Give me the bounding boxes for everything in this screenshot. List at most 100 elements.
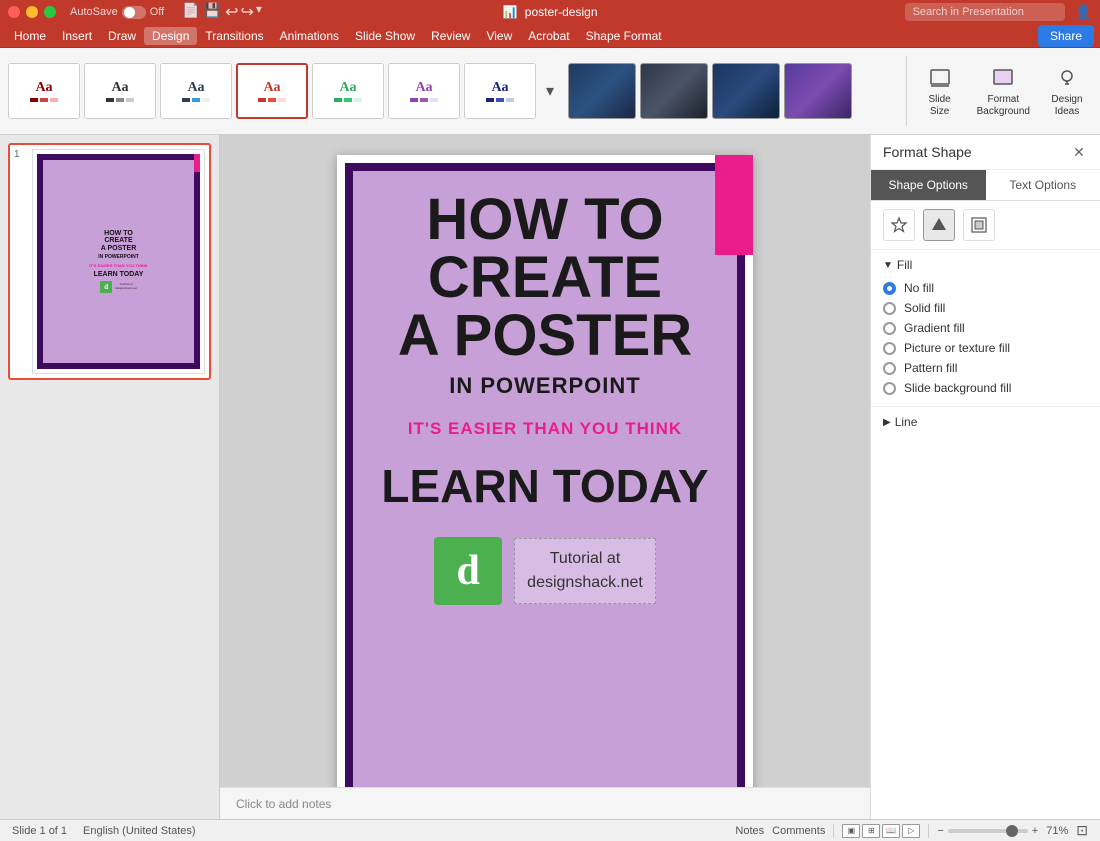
colored-theme-1[interactable] xyxy=(568,63,636,119)
fit-to-window-button[interactable]: ⊡ xyxy=(1076,822,1088,839)
theme-thumb-1[interactable]: Aa xyxy=(8,63,80,119)
language-info: English (United States) xyxy=(83,825,196,837)
slide-thumbnail-1[interactable]: 1 HOW TOCREATEA POSTER IN POWERPOINT IT'… xyxy=(8,143,211,380)
normal-view-button[interactable]: ▣ xyxy=(842,824,860,838)
autosave-area: AutoSave Off xyxy=(70,6,164,19)
themes-more-button[interactable]: ▾ xyxy=(540,81,560,101)
menu-home[interactable]: Home xyxy=(6,27,54,45)
theme-thumb-5[interactable]: Aa xyxy=(312,63,384,119)
canvas-scroll[interactable]: HOW TO CREATE A POSTER IN POWERPOINT IT'… xyxy=(220,135,870,787)
gradient-fill-radio[interactable] xyxy=(883,322,896,335)
slide-bg-fill-radio[interactable] xyxy=(883,382,896,395)
line-section-title: Line xyxy=(895,415,918,429)
line-arrow-icon: ▶ xyxy=(883,417,891,428)
design-ideas-button[interactable]: DesignIdeas xyxy=(1042,60,1092,122)
slide-number: 1 xyxy=(14,149,28,374)
menu-animations[interactable]: Animations xyxy=(272,27,347,45)
canvas-area: HOW TO CREATE A POSTER IN POWERPOINT IT'… xyxy=(220,135,870,819)
menu-slideshow[interactable]: Slide Show xyxy=(347,27,423,45)
statusbar: Slide 1 of 1 English (United States) Not… xyxy=(0,819,1100,841)
tab-shape-options[interactable]: Shape Options xyxy=(871,170,986,200)
pattern-fill-radio[interactable] xyxy=(883,362,896,375)
minimize-button[interactable] xyxy=(26,6,38,18)
colored-themes xyxy=(568,63,852,119)
theme-thumb-4[interactable]: Aa xyxy=(236,63,308,119)
menu-design[interactable]: Design xyxy=(144,27,197,45)
theme-thumb-3[interactable]: Aa xyxy=(160,63,232,119)
menu-draw[interactable]: Draw xyxy=(100,27,144,45)
no-fill-radio[interactable] xyxy=(883,282,896,295)
user-icon: 👤 xyxy=(1075,4,1092,21)
fill-option-solid[interactable]: Solid fill xyxy=(883,298,1088,318)
poster-tutorial-text: Tutorial at designshack.net xyxy=(527,547,643,595)
theme-thumb-2[interactable]: Aa xyxy=(84,63,156,119)
slide-preview: HOW TOCREATEA POSTER IN POWERPOINT IT'S … xyxy=(32,149,205,374)
presenter-view-button[interactable]: ▷ xyxy=(902,824,920,838)
menu-acrobat[interactable]: Acrobat xyxy=(520,27,577,45)
save-icon[interactable]: 💾 xyxy=(204,2,221,22)
format-panel-close-button[interactable]: ✕ xyxy=(1070,143,1088,161)
ribbon-separator xyxy=(906,56,907,126)
undo-icon[interactable]: ↩ xyxy=(225,2,238,22)
titlebar-title: 📊 poster-design xyxy=(502,5,597,19)
poster-subtitle: IN POWERPOINT xyxy=(449,373,640,399)
close-button[interactable] xyxy=(8,6,20,18)
autosave-toggle[interactable] xyxy=(122,6,146,19)
fill-color-icon-button[interactable] xyxy=(923,209,955,241)
zoom-control: − + 71% xyxy=(937,825,1068,837)
picture-texture-fill-radio[interactable] xyxy=(883,342,896,355)
zoom-in-button[interactable]: + xyxy=(1032,825,1038,837)
statusbar-right: Notes Comments ▣ ⊞ 📖 ▷ − + 71% ⊡ xyxy=(735,822,1088,839)
menu-insert[interactable]: Insert xyxy=(54,27,100,45)
colored-theme-4[interactable] xyxy=(784,63,852,119)
fill-section-header[interactable]: ▼ Fill xyxy=(883,258,1088,272)
share-button[interactable]: Share xyxy=(1038,25,1094,47)
zoom-slider[interactable] xyxy=(948,829,1028,833)
solid-fill-radio[interactable] xyxy=(883,302,896,315)
autosave-state: Off xyxy=(150,6,164,18)
format-tabs: Shape Options Text Options xyxy=(871,170,1100,201)
slide-canvas: HOW TO CREATE A POSTER IN POWERPOINT IT'… xyxy=(337,155,753,787)
poster-text-box[interactable]: Tutorial at designshack.net xyxy=(514,538,656,604)
fill-option-no-fill[interactable]: No fill xyxy=(883,278,1088,298)
colored-theme-3[interactable] xyxy=(712,63,780,119)
poster-pink-accent xyxy=(715,155,753,255)
search-input[interactable] xyxy=(905,3,1065,21)
ribbon-actions: SlideSize FormatBackground xyxy=(915,60,1092,122)
poster-tagline: IT'S EASIER THAN YOU THINK xyxy=(408,419,682,439)
slide-size-button[interactable]: SlideSize xyxy=(915,60,965,122)
menu-shape-format[interactable]: Shape Format xyxy=(578,27,670,45)
theme-thumb-7[interactable]: Aa xyxy=(464,63,536,119)
theme-thumb-6[interactable]: Aa xyxy=(388,63,460,119)
redo-icon[interactable]: ↪ xyxy=(240,2,253,22)
fill-option-slide-bg[interactable]: Slide background fill xyxy=(883,378,1088,398)
line-section-header[interactable]: ▶ Line xyxy=(883,415,1088,429)
format-background-button[interactable]: FormatBackground xyxy=(969,60,1038,122)
reading-view-button[interactable]: 📖 xyxy=(882,824,900,838)
colored-theme-2[interactable] xyxy=(640,63,708,119)
poster-bottom: d Tutorial at designshack.net xyxy=(434,537,656,605)
maximize-button[interactable] xyxy=(44,6,56,18)
tab-text-options[interactable]: Text Options xyxy=(986,170,1100,200)
file-icon[interactable]: 📄 xyxy=(182,2,199,22)
fill-option-pattern[interactable]: Pattern fill xyxy=(883,358,1088,378)
zoom-level: 71% xyxy=(1046,825,1068,837)
more-icon[interactable]: ▾ xyxy=(256,2,262,22)
notes-bar[interactable]: Click to add notes xyxy=(220,787,870,819)
slide-panel: 1 HOW TOCREATEA POSTER IN POWERPOINT IT'… xyxy=(0,135,220,819)
design-ideas-label: DesignIdeas xyxy=(1051,94,1082,118)
comments-button[interactable]: Comments xyxy=(772,825,825,837)
fill-option-gradient[interactable]: Gradient fill xyxy=(883,318,1088,338)
menu-view[interactable]: View xyxy=(478,27,520,45)
menu-transitions[interactable]: Transitions xyxy=(197,27,271,45)
effects-icon-button[interactable] xyxy=(883,209,915,241)
size-position-icon-button[interactable] xyxy=(963,209,995,241)
slide-sorter-button[interactable]: ⊞ xyxy=(862,824,880,838)
notes-button[interactable]: Notes xyxy=(735,825,764,837)
poster-logo-letter: d xyxy=(456,547,479,595)
format-panel: Format Shape ✕ Shape Options Text Option… xyxy=(870,135,1100,819)
poster-inner: HOW TO CREATE A POSTER IN POWERPOINT IT'… xyxy=(353,171,737,787)
fill-option-picture-texture[interactable]: Picture or texture fill xyxy=(883,338,1088,358)
zoom-out-button[interactable]: − xyxy=(937,825,943,837)
menu-review[interactable]: Review xyxy=(423,27,478,45)
